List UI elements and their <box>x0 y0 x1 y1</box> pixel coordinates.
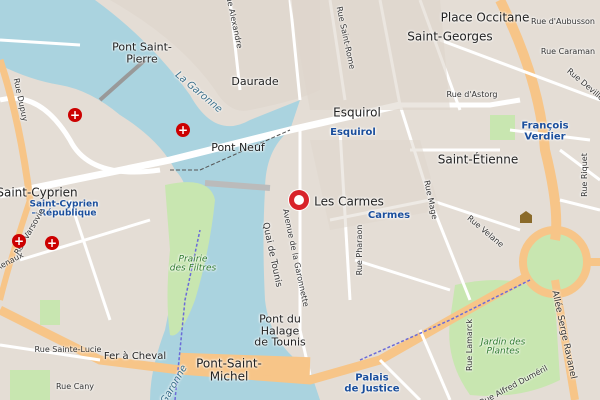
street-label: Rue Lamarck <box>464 319 474 371</box>
metro-francois-verdier-label: François Verdier <box>521 120 569 142</box>
street-label: Rue d'Aubusson <box>530 16 596 26</box>
jardin-des-plantes-label: Jardin des Plantes <box>480 337 526 357</box>
esquirol-label: Esquirol <box>333 105 381 120</box>
hospital-icon[interactable]: + <box>68 108 82 122</box>
pont-du-halage-label: Pont du Halage de Tounis <box>254 312 306 349</box>
pont-saint-michel-label: Pont-Saint- Michel <box>196 356 262 383</box>
hospital-icon[interactable]: + <box>12 234 26 248</box>
daurade-label: Daurade <box>231 75 279 89</box>
saint-georges-label: Saint-Georges <box>407 29 493 44</box>
pont-saint-pierre-label: Pont Saint- Pierre <box>112 40 172 65</box>
hospital-icon[interactable]: + <box>176 123 190 137</box>
street-label: Rue Riquet <box>579 153 589 197</box>
les-carmes-label: Les Carmes <box>314 194 384 209</box>
street-label: Rue Cany <box>55 381 95 391</box>
fer-a-cheval-label: Fer à Cheval <box>103 350 167 362</box>
prairie-des-filtres-label: Prairie des Filtres <box>169 254 217 274</box>
street-label: Rue d'Astorg <box>446 89 498 99</box>
hospital-icon[interactable]: + <box>45 236 59 250</box>
pont-neuf-label: Pont Neuf <box>211 141 265 155</box>
street-label: Rue Pharaon <box>354 224 364 276</box>
metro-esquirol-label: Esquirol <box>330 126 376 138</box>
saint-etienne-label: Saint-Étienne <box>437 152 519 167</box>
metro-palais-justice-label: Palais de Justice <box>344 372 400 394</box>
metro-carmes-label: Carmes <box>367 209 411 221</box>
map-marker-icon[interactable] <box>289 190 309 210</box>
place-occitane-label: Place Occitane <box>440 10 530 25</box>
saint-cyprien-label: Saint-Cyprien <box>0 185 78 200</box>
street-label: Rue Caraman <box>540 46 596 56</box>
map-view[interactable]: Place Occitane Saint-Georges Pont Saint-… <box>0 0 600 400</box>
street-label: Rue Sainte-Lucie <box>34 344 102 354</box>
